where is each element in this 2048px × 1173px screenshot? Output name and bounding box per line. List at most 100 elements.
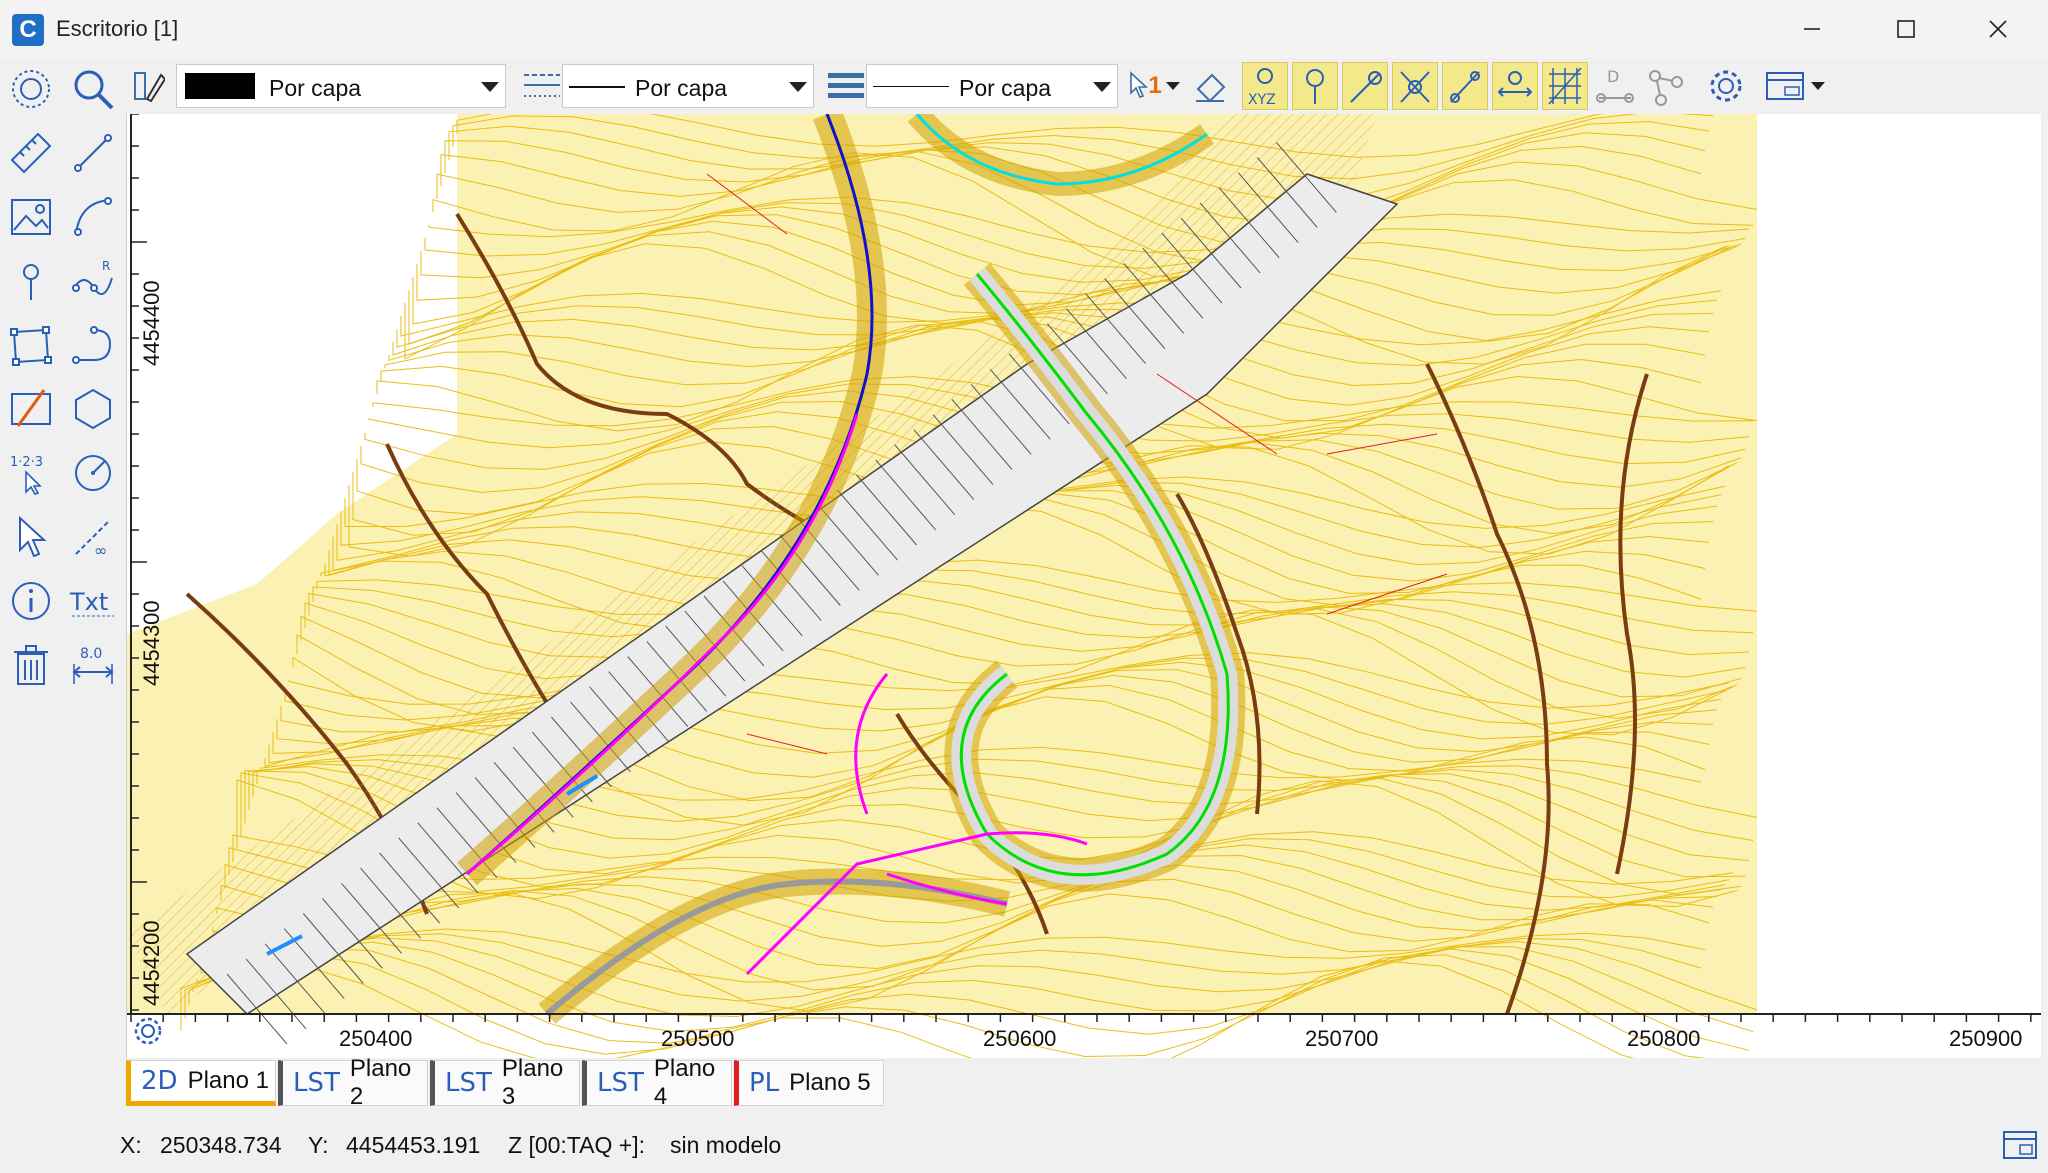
- hatch-icon: [11, 389, 51, 427]
- info-icon: [12, 582, 50, 620]
- y-tick-label: 4454400: [139, 280, 164, 366]
- info-button[interactable]: [2, 572, 60, 630]
- line-button[interactable]: [64, 124, 122, 182]
- linetype-combo[interactable]: Por capa: [562, 64, 814, 108]
- dimension-icon: 8.0: [72, 646, 114, 684]
- arc-button[interactable]: [64, 188, 122, 246]
- linetype-icon: [524, 74, 560, 97]
- eraser-button[interactable]: [1188, 64, 1232, 108]
- tab-type-label: LST: [293, 1068, 340, 1098]
- zoom-extents-button[interactable]: [2, 60, 60, 118]
- image-button[interactable]: [2, 188, 60, 246]
- snap-intersection-button[interactable]: [1392, 62, 1438, 110]
- tab-type-label: 2D: [141, 1066, 178, 1096]
- curve-button[interactable]: [64, 316, 122, 374]
- x-coord-value: 250348.734: [160, 1132, 282, 1158]
- lineweight-combo[interactable]: Por capa: [866, 64, 1118, 108]
- snap-node-button[interactable]: [1642, 64, 1688, 108]
- chevron-down-icon: [789, 82, 807, 92]
- alignment-button[interactable]: R: [64, 252, 122, 310]
- snap-grid-icon: [1548, 67, 1582, 105]
- gear-icon: [134, 1017, 162, 1045]
- maximize-button[interactable]: [1876, 8, 1936, 50]
- polygon-button[interactable]: [2, 316, 60, 374]
- line-icon: [74, 134, 112, 172]
- snap-pin-icon: [1306, 69, 1324, 104]
- infinite-line-button[interactable]: ∞: [64, 508, 122, 566]
- linetype-icon-holder: [520, 64, 564, 108]
- chevron-down-icon: [481, 82, 499, 92]
- cursor-icon: [1130, 71, 1149, 98]
- selection-button[interactable]: 1: [1126, 64, 1182, 108]
- circle-button[interactable]: [64, 444, 122, 502]
- select-button[interactable]: [2, 508, 60, 566]
- close-icon: [1989, 20, 2007, 38]
- pin-icon: [23, 264, 39, 300]
- gear-icon: [1710, 70, 1742, 102]
- delete-button[interactable]: [2, 636, 60, 694]
- text-button[interactable]: Txt: [64, 572, 122, 630]
- x-axis-ticks: [130, 1014, 2032, 1022]
- settings-button[interactable]: [1702, 64, 1750, 108]
- minimize-button[interactable]: [1782, 8, 1842, 50]
- snap-point-button[interactable]: [1292, 62, 1338, 110]
- snap-grid-button[interactable]: [1542, 62, 1588, 110]
- tab-plano-5[interactable]: PL Plano 5: [734, 1060, 884, 1106]
- title-bar: C Escritorio [1]: [0, 0, 2048, 59]
- svg-text:∞: ∞: [94, 541, 107, 560]
- properties-toolbar: Por capa Por capa Por capa 1 XYZ D: [124, 58, 2048, 114]
- image-icon: [11, 199, 51, 235]
- hexagon-icon: [75, 388, 111, 430]
- drawing-canvas[interactable]: 4454400 4454300 4454200 250400 250500 25…: [126, 114, 2041, 1058]
- svg-text:8.0: 8.0: [80, 646, 102, 662]
- snap-xyz-icon: XYZ: [1248, 68, 1276, 108]
- chevron-down-icon: [1165, 82, 1180, 90]
- tab-plano-2[interactable]: LST Plano 2: [278, 1055, 428, 1110]
- linetype-preview: [569, 86, 625, 88]
- zoom-extents-icon: [12, 70, 50, 108]
- chevron-down-icon: [1811, 82, 1825, 90]
- snap-perpendicular-button[interactable]: [1492, 62, 1538, 110]
- tab-plano-3[interactable]: LST Plano 3: [430, 1055, 580, 1110]
- dimension-button[interactable]: 8.0: [64, 636, 122, 694]
- color-combo[interactable]: Por capa: [176, 64, 506, 108]
- panel-toggle-button[interactable]: [2002, 1128, 2038, 1162]
- tab-plano-4[interactable]: LST Plano 4: [582, 1055, 732, 1110]
- snap-midpoint-button[interactable]: [1442, 62, 1488, 110]
- minimize-icon: [1804, 28, 1820, 30]
- snap-node-icon: [1649, 70, 1683, 106]
- snap-xyz-button[interactable]: XYZ: [1242, 62, 1288, 110]
- z-coord-label: Z [00:TAQ +]:: [508, 1132, 645, 1158]
- tab-plano-1[interactable]: 2D Plano 1: [126, 1060, 276, 1106]
- snap-endpoint-button[interactable]: [1342, 62, 1388, 110]
- map-drawing: [127, 114, 2041, 1058]
- selection-count: 1: [1148, 72, 1162, 99]
- numbering-button[interactable]: 1·2·3: [2, 444, 60, 502]
- svg-text:D: D: [1607, 67, 1619, 86]
- close-button[interactable]: [1968, 8, 2028, 50]
- lineweight-icon: [828, 73, 864, 98]
- search-icon: [74, 70, 114, 110]
- snap-endpoint-icon: [1350, 71, 1382, 103]
- x-tick-label: 250500: [661, 1026, 735, 1051]
- circle-icon: [75, 455, 111, 491]
- x-coord-label: X:: [120, 1132, 142, 1158]
- y-coord-label: Y:: [308, 1132, 329, 1158]
- measure-button[interactable]: [2, 124, 60, 182]
- eraser-icon: [1196, 73, 1226, 103]
- snap-distance-button[interactable]: D: [1592, 64, 1638, 108]
- point-button[interactable]: [2, 252, 60, 310]
- lineweight-icon-holder: [824, 64, 868, 108]
- y-coord-value: 4454453.191: [346, 1132, 481, 1158]
- zoom-button[interactable]: [64, 60, 122, 118]
- z-coord-value: sin modelo: [670, 1132, 782, 1158]
- numbering-icon: 1·2·3: [10, 455, 43, 495]
- snap-perpendicular-icon: [1497, 71, 1533, 97]
- axis-settings-button[interactable]: [131, 1014, 165, 1048]
- layout-button[interactable]: [1760, 64, 1830, 108]
- layer-properties-button[interactable]: [128, 64, 168, 108]
- tab-label: Plano 2: [349, 1055, 412, 1110]
- svg-text:Txt: Txt: [69, 588, 108, 616]
- hatch-button[interactable]: [2, 380, 60, 438]
- hexagon-button[interactable]: [64, 380, 122, 438]
